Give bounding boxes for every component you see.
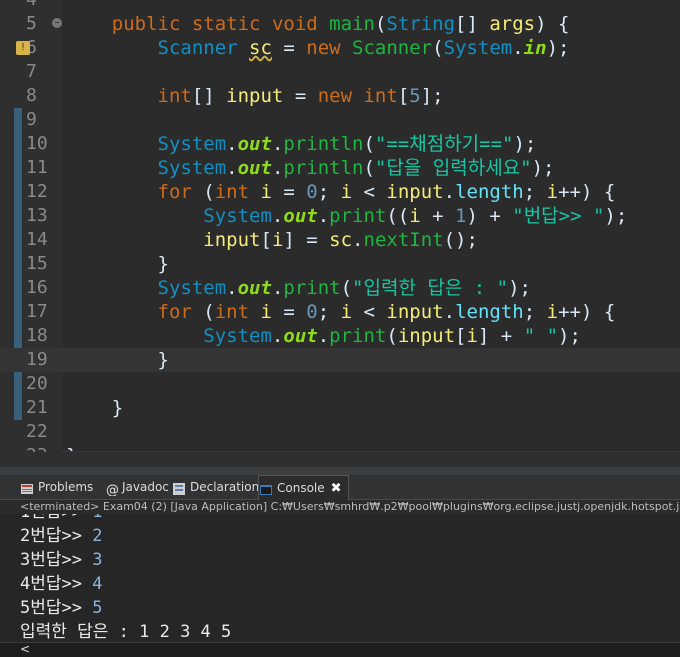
code-text: int[] input = new int[5]; — [157, 85, 444, 107]
line-number: 9 — [26, 109, 37, 130]
line-number: 10 — [26, 133, 48, 154]
code-text: System.out.println("답을 입력하세요"); — [157, 157, 555, 179]
line-number: 5 — [26, 13, 37, 34]
line-number: 15 — [26, 253, 48, 274]
line-number: 18 — [26, 325, 48, 346]
console-user-input: 4 — [92, 574, 103, 594]
code-text: } — [66, 253, 169, 275]
console-line: 입력한 답은 : 1 2 3 4 5 — [20, 620, 231, 642]
console-output[interactable]: 1번답>> 12번답>> 23번답>> 34번답>> 45번답>> 5입력한 답… — [0, 514, 680, 642]
code-text: System.out.println("==채점하기=="); — [157, 133, 537, 155]
line-number: 8 — [26, 85, 37, 106]
code-text: System.out.print(input[i] + " "); — [203, 325, 581, 347]
fold-toggle-icon[interactable]: − — [52, 18, 62, 28]
line-number: 22 — [26, 421, 48, 442]
line-number: 20 — [26, 373, 48, 394]
line-number: 6 — [26, 37, 37, 58]
code-line[interactable]: 10 System.out.println("==채점하기=="); — [0, 132, 680, 156]
code-line[interactable]: 15 } — [0, 252, 680, 276]
line-number: 14 — [26, 229, 48, 250]
code-line[interactable]: 5 − public static void main(String[] args… — [0, 12, 680, 36]
console-output-text: 5번답>> — [20, 598, 93, 618]
code-line[interactable]: 22 — [0, 420, 680, 444]
scroll-left-arrow-icon[interactable]: < — [20, 642, 30, 656]
console-user-input: 2 — [92, 526, 103, 546]
code-text: } — [66, 349, 169, 371]
line-number: 17 — [26, 301, 48, 322]
close-icon[interactable]: ✖ — [331, 477, 342, 501]
line-number: 16 — [26, 277, 48, 298]
code-line[interactable]: 12 for (int i = 0; i < input.length; i++… — [0, 180, 680, 204]
console-output-text: 입력한 답은 : 1 2 3 4 5 — [20, 622, 232, 642]
console-user-input: 3 — [92, 550, 103, 570]
tab-console[interactable]: Console ✖ — [258, 475, 349, 500]
problems-icon — [20, 480, 34, 494]
code-line[interactable]: 6! Scanner sc = new Scanner(System.in); — [0, 36, 680, 60]
line-number: 11 — [26, 157, 48, 178]
line-number: 19 — [26, 349, 48, 370]
console-icon — [259, 481, 273, 495]
console-output-text: 1번답>> — [20, 514, 92, 522]
tab-label: Declaration — [190, 480, 260, 494]
code-text: public static void main(String[] args) { — [111, 13, 570, 35]
code-line[interactable]: 17 for (int i = 0; i < input.length; i++… — [0, 300, 680, 324]
line-number: 23 — [26, 444, 54, 452]
code-line[interactable]: 7 — [0, 60, 680, 84]
code-text: System.out.print("입력한 답은 : "); — [157, 277, 531, 299]
code-line[interactable]: 16 System.out.print("입력한 답은 : "); — [0, 276, 680, 300]
code-editor[interactable]: 45 − public static void main(String[] arg… — [0, 0, 680, 452]
code-text: } — [66, 397, 124, 419]
code-line[interactable]: 4 — [0, 0, 680, 12]
tab-label: Console — [277, 481, 325, 495]
console-user-input: 1 — [92, 514, 102, 522]
line-number: 7 — [26, 61, 37, 82]
code-text: for (int i = 0; i < input.length; i++) { — [157, 301, 616, 323]
code-line[interactable]: 19 } — [0, 348, 680, 372]
view-tab-bar: Problems @ Javadoc Declaration Console ✖ — [0, 475, 680, 500]
code-text: System.out.print((i + 1) + "번답>> "); — [203, 205, 628, 227]
code-text: input[i] = sc.nextInt(); — [203, 229, 478, 251]
console-line: 1번답>> 1 — [20, 514, 102, 524]
code-line[interactable]: 9 — [0, 108, 680, 132]
code-text: Scanner sc = new Scanner(System.in); — [157, 37, 570, 59]
code-line[interactable]: 20 — [0, 372, 680, 396]
tab-label: Javadoc — [122, 480, 169, 494]
code-line[interactable]: 18 System.out.print(input[i] + " "); — [0, 324, 680, 348]
console-horizontal-scrollbar[interactable]: < — [0, 642, 680, 657]
console-line: 2번답>> 2 — [20, 524, 102, 548]
editor-horizontal-scrollbar[interactable]: < — [62, 451, 680, 452]
code-text: for (int i = 0; i < input.length; i++) { — [157, 181, 616, 203]
code-line[interactable]: 14 input[i] = sc.nextInt(); — [0, 228, 680, 252]
console-user-input: 5 — [92, 598, 103, 618]
code-line[interactable]: 13 System.out.print((i + 1) + "번답>> "); — [0, 204, 680, 228]
warning-marker-icon[interactable]: ! — [16, 41, 30, 55]
line-number: 21 — [26, 397, 48, 418]
code-line[interactable]: 21 } — [0, 396, 680, 420]
console-output-text: 3번답>> — [20, 550, 93, 570]
console-line: 4번답>> 4 — [20, 572, 102, 596]
code-line[interactable]: 11 System.out.println("답을 입력하세요"); — [0, 156, 680, 180]
code-line[interactable]: 8 int[] input = new int[5]; — [0, 84, 680, 108]
tab-declaration[interactable]: Declaration — [172, 475, 259, 499]
console-output-text: 2번답>> — [20, 526, 93, 546]
console-output-text: 4번답>> — [20, 574, 93, 594]
javadoc-icon: @ — [104, 480, 119, 498]
declaration-icon — [172, 480, 186, 495]
tab-javadoc[interactable]: @ Javadoc — [104, 475, 169, 499]
line-number: 12 — [26, 181, 48, 202]
console-process-description: <terminated> Exam04 (2) [Java Applicatio… — [0, 500, 680, 514]
console-line: 5번답>> 5 — [20, 596, 102, 620]
tab-label: Problems — [38, 480, 94, 494]
panel-divider[interactable] — [0, 467, 680, 475]
line-number: 4 — [26, 0, 54, 12]
console-line: 3번답>> 3 — [20, 548, 102, 572]
line-number: 13 — [26, 205, 48, 226]
svg-text:@: @ — [106, 483, 118, 496]
tab-problems[interactable]: Problems — [20, 475, 93, 499]
